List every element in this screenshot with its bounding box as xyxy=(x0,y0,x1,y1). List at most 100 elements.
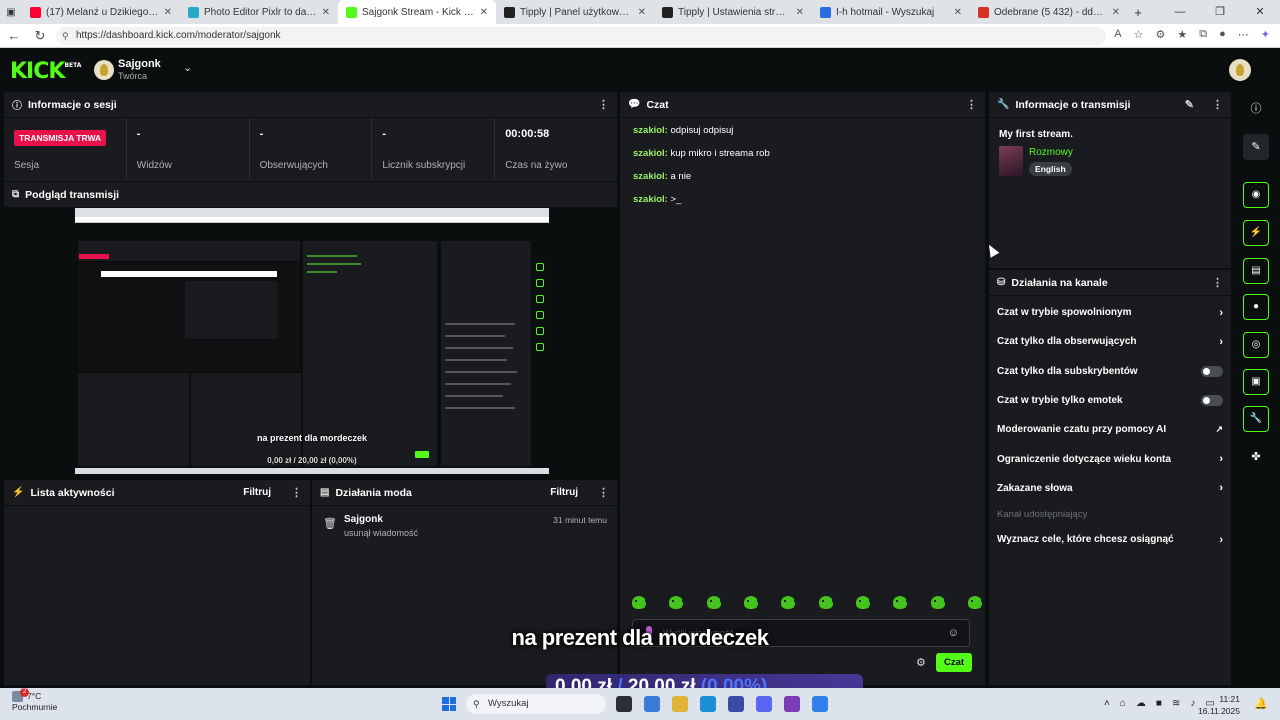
channel-action-item[interactable]: Czat w trybie tylko emotek xyxy=(989,386,1231,415)
site-info-icon[interactable]: ⚲ xyxy=(62,27,69,45)
emote-icon[interactable] xyxy=(967,596,983,609)
channel-action-item[interactable]: Czat w trybie spowolnionym › xyxy=(989,298,1231,327)
edit-icon[interactable]: ✎ xyxy=(1243,134,1269,160)
emote-icon[interactable] xyxy=(706,596,722,609)
close-tab-icon[interactable]: ✕ xyxy=(164,7,172,18)
network-icon[interactable]: ⌂ xyxy=(1120,698,1126,709)
kebab-menu-icon[interactable]: ⋮ xyxy=(1212,98,1223,111)
new-tab-button[interactable]: + xyxy=(1128,5,1148,20)
windows-start-icon[interactable] xyxy=(442,697,456,711)
store-app-icon[interactable] xyxy=(728,696,744,712)
browser-tab[interactable]: Tipply | Panel użytkownika ✕ xyxy=(496,0,654,24)
filter-button[interactable]: Filtruj xyxy=(243,487,271,498)
minimize-button[interactable]: — xyxy=(1160,0,1200,24)
browser-tab[interactable]: Sajgonk Stream - Kick Dashboard ✕ xyxy=(338,0,496,24)
edge-app-icon[interactable] xyxy=(700,696,716,712)
taskbar-search[interactable]: ⚲ Wyszukaj xyxy=(466,694,606,714)
terminal-app-icon[interactable] xyxy=(616,696,632,712)
chat-username[interactable]: szakiol: xyxy=(633,125,668,136)
channel-action-item[interactable]: Czat tylko dla subskrybentów xyxy=(989,357,1231,386)
close-tab-icon[interactable]: ✕ xyxy=(638,7,646,18)
discord-app-icon[interactable] xyxy=(756,696,772,712)
chevron-down-icon[interactable]: ⌄ xyxy=(183,61,192,74)
close-tab-icon[interactable]: ✕ xyxy=(954,7,962,18)
profile-icon[interactable]: ● xyxy=(1219,28,1226,41)
channel-action-item[interactable]: Zakazane słowa › xyxy=(989,474,1231,503)
obs-app-icon[interactable] xyxy=(784,696,800,712)
kebab-menu-icon[interactable]: ⋮ xyxy=(1212,276,1223,289)
restore-button[interactable]: ❐ xyxy=(1200,0,1240,24)
close-tab-icon[interactable]: ✕ xyxy=(480,7,488,18)
chat-icon[interactable]: ● xyxy=(1243,294,1269,320)
wifi-icon[interactable]: ≋ xyxy=(1172,698,1180,709)
app-tray-icon[interactable]: ■ xyxy=(1156,698,1162,709)
kebab-menu-icon[interactable]: ⋮ xyxy=(291,486,302,499)
close-window-button[interactable]: ✕ xyxy=(1240,0,1280,24)
back-icon[interactable]: ← xyxy=(4,28,24,43)
broadcast-icon[interactable]: ◎ xyxy=(1243,332,1269,358)
kebab-menu-icon[interactable]: ⋮ xyxy=(598,98,609,111)
emote-icon[interactable] xyxy=(743,596,759,609)
tab-actions-icon[interactable]: ▣ xyxy=(0,7,22,18)
emote-icon[interactable] xyxy=(818,596,834,609)
emote-icon[interactable] xyxy=(781,596,797,609)
chevron-up-icon[interactable]: ˄ xyxy=(1104,698,1110,709)
channel-avatar[interactable] xyxy=(94,60,114,80)
channel-action-item[interactable]: Wyznacz cele, które chcesz osiągnąć › xyxy=(989,525,1231,554)
gear-icon[interactable]: ⚙ xyxy=(916,656,926,669)
close-tab-icon[interactable]: ✕ xyxy=(1112,7,1120,18)
kick-logo[interactable]: KICKBETA xyxy=(10,59,81,84)
info-icon[interactable]: ⓘ xyxy=(1243,96,1269,122)
url-field[interactable]: ⚲ https://dashboard.kick.com/moderator/s… xyxy=(56,27,1106,45)
kebab-menu-icon[interactable]: ⋮ xyxy=(966,98,977,111)
browser-tab[interactable]: Photo Editor Pixlr to darmowe, z ✕ xyxy=(180,0,338,24)
explorer-app-icon[interactable] xyxy=(644,696,660,712)
close-tab-icon[interactable]: ✕ xyxy=(796,7,804,18)
camera-icon[interactable]: ◉ xyxy=(1243,182,1269,208)
channel-action-item[interactable]: Moderowanie czatu przy pomocy AI ↗ xyxy=(989,415,1231,444)
chat-username[interactable]: szakiol: xyxy=(633,171,668,182)
chat-message[interactable]: szakiol: a nie xyxy=(633,171,985,182)
copilot-icon[interactable]: ✦ xyxy=(1261,28,1270,41)
chat-username[interactable]: szakiol: xyxy=(633,148,668,159)
lightning-icon[interactable]: ⚡ xyxy=(1243,220,1269,246)
notification-icon[interactable]: 🔔 xyxy=(1254,697,1268,710)
category-link[interactable]: Rozmowy xyxy=(1029,147,1073,158)
onedrive-icon[interactable]: ☁ xyxy=(1136,698,1146,709)
emote-icon[interactable] xyxy=(930,596,946,609)
wrench-icon[interactable]: 🔧 xyxy=(1243,406,1269,432)
emote-icon[interactable] xyxy=(632,596,647,609)
stream-preview[interactable]: na prezent dla mordeczek 0,00 zł / 20,00… xyxy=(75,208,549,474)
volume-icon[interactable]: ♪ xyxy=(1190,698,1195,709)
weather-widget[interactable]: 2 7°C Pochmurnie xyxy=(12,688,57,713)
user-avatar[interactable] xyxy=(1229,59,1251,81)
photos-app-icon[interactable] xyxy=(812,696,828,712)
toggle-switch[interactable] xyxy=(1201,395,1223,407)
filter-button[interactable]: Filtruj xyxy=(550,487,578,498)
emote-icon[interactable] xyxy=(855,596,871,609)
emote-icon[interactable] xyxy=(893,596,909,609)
reload-icon[interactable]: ↻ xyxy=(30,28,50,44)
browser-tab[interactable]: Odebrane (5 432) - dddxffrf@gm ✕ xyxy=(970,0,1128,24)
more-menu-icon[interactable]: ⋯ xyxy=(1238,28,1249,41)
chat-message[interactable]: szakiol: >_ xyxy=(633,194,985,205)
channel-action-item[interactable]: Ograniczenie dotyczące wieku konta › xyxy=(989,444,1231,473)
document-icon[interactable]: ▤ xyxy=(1243,258,1269,284)
channel-action-item[interactable]: Czat tylko dla obserwujących › xyxy=(989,327,1231,356)
close-tab-icon[interactable]: ✕ xyxy=(322,7,330,18)
clock[interactable]: 11:21 16.11.2025 xyxy=(1198,693,1240,717)
chat-message[interactable]: szakiol: odpisuj odpisuj xyxy=(633,125,985,136)
toggle-switch[interactable] xyxy=(1201,365,1223,377)
mod-action-user[interactable]: Sajgonk xyxy=(344,514,383,525)
chat-message[interactable]: szakiol: kup mikro i streama rob xyxy=(633,148,985,159)
chat-username[interactable]: szakiol: xyxy=(633,194,668,205)
favorite-star-icon[interactable]: ☆ xyxy=(1134,28,1144,41)
puzzle-icon[interactable]: ✤ xyxy=(1243,444,1269,470)
browser-tab[interactable]: Tipply | Ustawienia strony zamó ✕ xyxy=(654,0,812,24)
collections-icon[interactable]: ⧉ xyxy=(1199,28,1207,41)
read-aloud-icon[interactable]: A xyxy=(1114,28,1121,41)
emote-icon[interactable] xyxy=(669,596,685,609)
extensions-icon[interactable]: ⚙ xyxy=(1156,28,1166,41)
print-icon[interactable]: ▣ xyxy=(1243,369,1269,395)
browser-tab[interactable]: (17) Melanż u Dzikiego - You ✕ xyxy=(22,0,180,24)
